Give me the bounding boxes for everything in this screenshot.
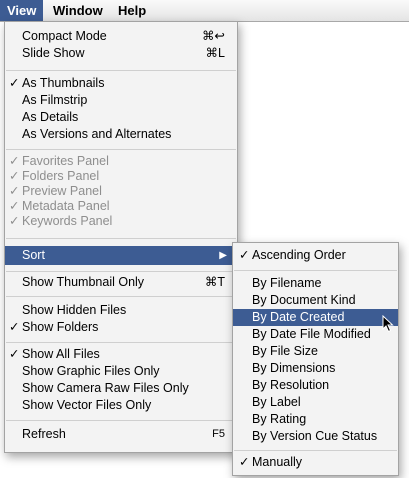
submenu-arrow-icon: ▶ xyxy=(219,250,227,261)
menu-item-show-vector[interactable]: Show Vector Files Only xyxy=(5,397,237,414)
menu-item-label: Show Graphic Files Only xyxy=(22,364,160,378)
menu-item-label: Manually xyxy=(252,455,303,469)
menu-item-as-details[interactable]: As Details xyxy=(5,109,237,126)
menu-item-ascending-order[interactable]: ✓ Ascending Order xyxy=(233,247,398,264)
mouse-pointer-icon xyxy=(382,315,394,333)
menu-item-by-resolution[interactable]: By Resolution xyxy=(233,377,398,394)
menu-bar: View Window Help xyxy=(0,0,409,22)
menu-item-compact-mode[interactable]: Compact Mode ⌘↩ xyxy=(5,28,237,45)
menu-item-label: As Details xyxy=(22,110,79,124)
menu-item-show-hidden-files[interactable]: Show Hidden Files xyxy=(5,302,237,319)
menu-item-label: Ascending Order xyxy=(252,248,346,262)
menu-item-label: By Version Cue Status xyxy=(252,429,378,443)
menu-view[interactable]: View xyxy=(0,0,44,21)
menu-item-show-thumbnail-only[interactable]: Show Thumbnail Only ⌘T xyxy=(5,274,237,291)
view-menu: Compact Mode ⌘↩ Slide Show ⌘L ✓ As Thumb… xyxy=(4,21,238,453)
menu-item-label: Show All Files xyxy=(22,347,100,361)
checkmark-icon: ✓ xyxy=(239,455,250,469)
menu-item-sort[interactable]: Sort ▶ xyxy=(5,246,237,265)
menu-item-label: By Document Kind xyxy=(252,293,356,307)
menu-item-as-versions[interactable]: As Versions and Alternates xyxy=(5,126,237,143)
menu-item-show-folders[interactable]: ✓ Show Folders xyxy=(5,319,237,336)
menu-item-label: By Filename xyxy=(252,276,322,290)
checkmark-icon: ✓ xyxy=(9,76,20,90)
menu-item-label: By Label xyxy=(252,395,301,409)
menu-separator xyxy=(6,296,236,297)
menu-item-show-all-files[interactable]: ✓ Show All Files xyxy=(5,346,237,363)
menu-item-label: As Versions and Alternates xyxy=(22,127,172,141)
menu-item-label: By File Size xyxy=(252,344,318,358)
menu-item-label: Refresh xyxy=(22,427,66,441)
menu-item-show-camera-raw[interactable]: Show Camera Raw Files Only xyxy=(5,380,237,397)
menu-separator xyxy=(234,450,397,451)
menu-item-label: Show Thumbnail Only xyxy=(22,275,145,289)
menu-item-label: By Date Created xyxy=(252,310,345,324)
menu-item-label: Show Camera Raw Files Only xyxy=(22,381,189,395)
menu-item-by-filename[interactable]: By Filename xyxy=(233,275,398,292)
menu-item-manually[interactable]: ✓ Manually xyxy=(233,454,398,471)
sort-submenu: ✓ Ascending Order By Filename By Documen… xyxy=(232,242,399,476)
menu-item-by-date-created[interactable]: By Date Created xyxy=(233,309,398,326)
menu-item-label: Show Folders xyxy=(22,320,99,334)
menu-item-refresh[interactable]: Refresh F5 xyxy=(5,426,237,443)
checkmark-icon: ✓ xyxy=(239,248,250,262)
menu-item-label: Compact Mode xyxy=(22,29,107,43)
menu-item-keywords-panel: ✓ Keywords Panel xyxy=(5,213,237,230)
shortcut-label: F5 xyxy=(212,428,225,440)
menu-separator xyxy=(234,270,397,271)
menu-help[interactable]: Help xyxy=(111,0,153,21)
menu-item-by-version-cue-status[interactable]: By Version Cue Status xyxy=(233,428,398,445)
menu-item-label: Show Vector Files Only xyxy=(22,398,152,412)
checkmark-icon: ✓ xyxy=(9,214,20,228)
menu-separator xyxy=(6,149,236,150)
menu-item-by-dimensions[interactable]: By Dimensions xyxy=(233,360,398,377)
menu-item-label: Show Hidden Files xyxy=(22,303,127,317)
menu-separator xyxy=(6,70,236,71)
menu-item-by-date-file-modified[interactable]: By Date File Modified xyxy=(233,326,398,343)
menu-item-label: By Resolution xyxy=(252,378,330,392)
menu-window[interactable]: Window xyxy=(46,0,110,21)
shortcut-label: ⌘T xyxy=(204,275,225,289)
menu-item-label: By Date File Modified xyxy=(252,327,371,341)
menu-item-label: As Filmstrip xyxy=(22,93,88,107)
menu-item-by-label[interactable]: By Label xyxy=(233,394,398,411)
menu-separator xyxy=(6,420,236,421)
menu-item-show-graphic-files[interactable]: Show Graphic Files Only xyxy=(5,363,237,380)
menu-item-label: Slide Show xyxy=(22,46,85,60)
checkmark-icon: ✓ xyxy=(9,347,20,361)
menu-item-label: Sort xyxy=(22,248,45,262)
menu-item-as-filmstrip[interactable]: As Filmstrip xyxy=(5,92,237,109)
menu-separator xyxy=(6,342,236,343)
menu-item-by-rating[interactable]: By Rating xyxy=(233,411,398,428)
menu-separator xyxy=(6,238,236,239)
menu-separator xyxy=(6,271,236,272)
menu-item-label: By Rating xyxy=(252,412,307,426)
menu-item-by-document-kind[interactable]: By Document Kind xyxy=(233,292,398,309)
shortcut-label: ⌘L xyxy=(205,46,225,60)
shortcut-label: ⌘↩ xyxy=(202,29,225,43)
checkmark-icon: ✓ xyxy=(9,320,20,334)
menu-item-label: By Dimensions xyxy=(252,361,336,375)
menu-item-by-file-size[interactable]: By File Size xyxy=(233,343,398,360)
menu-item-as-thumbnails[interactable]: ✓ As Thumbnails xyxy=(5,75,237,92)
menu-item-slide-show[interactable]: Slide Show ⌘L xyxy=(5,45,237,62)
menu-item-label: Keywords Panel xyxy=(22,214,113,228)
menu-item-label: As Thumbnails xyxy=(22,76,105,90)
